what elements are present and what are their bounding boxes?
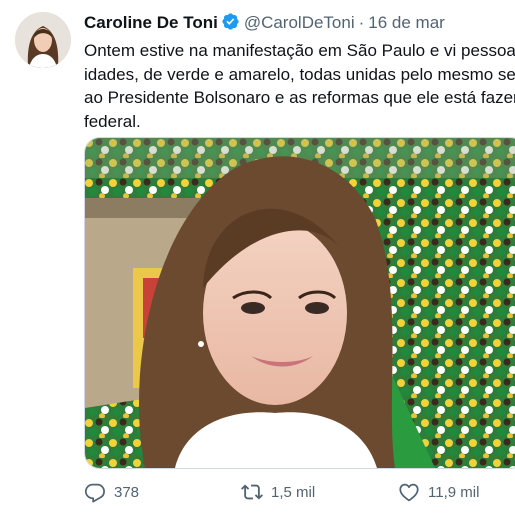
tweet-text-line: Ontem estive na manifestação em São Paul… [84,41,515,60]
author-handle[interactable]: @CarolDeToni [244,13,355,32]
retweet-icon [241,484,263,500]
heart-icon [399,483,419,502]
verified-badge-icon [222,13,239,30]
reply-icon [84,483,105,503]
avatar[interactable] [15,12,71,68]
tweet-text-line: idades, de verde e amarelo, todas unidas… [84,64,515,84]
tweet-text-line: federal. [84,111,141,131]
retweet-button[interactable]: 1,5 mil [241,479,315,505]
tweet-text-line: ao Presidente Bolsonaro e as reformas qu… [84,88,515,107]
tweet-actions: 378 1,5 mil 11,9 mil [84,479,515,505]
tweet-text: Ontem estive na manifestação em São Paul… [84,39,515,133]
tweet-date[interactable]: 16 de mar [368,13,445,32]
author-name[interactable]: Caroline De Toni [84,13,218,32]
separator-dot: · [358,13,365,32]
tweet-header: Caroline De Toni @CarolDeToni · 16 de mar [84,12,445,34]
like-count: 11,9 mil [428,483,480,501]
like-button[interactable]: 11,9 mil [398,479,479,505]
tweet[interactable]: Caroline De Toni @CarolDeToni · 16 de mar O… [0,0,515,515]
retweet-count: 1,5 mil [271,483,316,501]
tweet-photo[interactable] [84,137,515,469]
reply-count: 378 [114,483,140,501]
reply-button[interactable]: 378 [84,479,139,505]
